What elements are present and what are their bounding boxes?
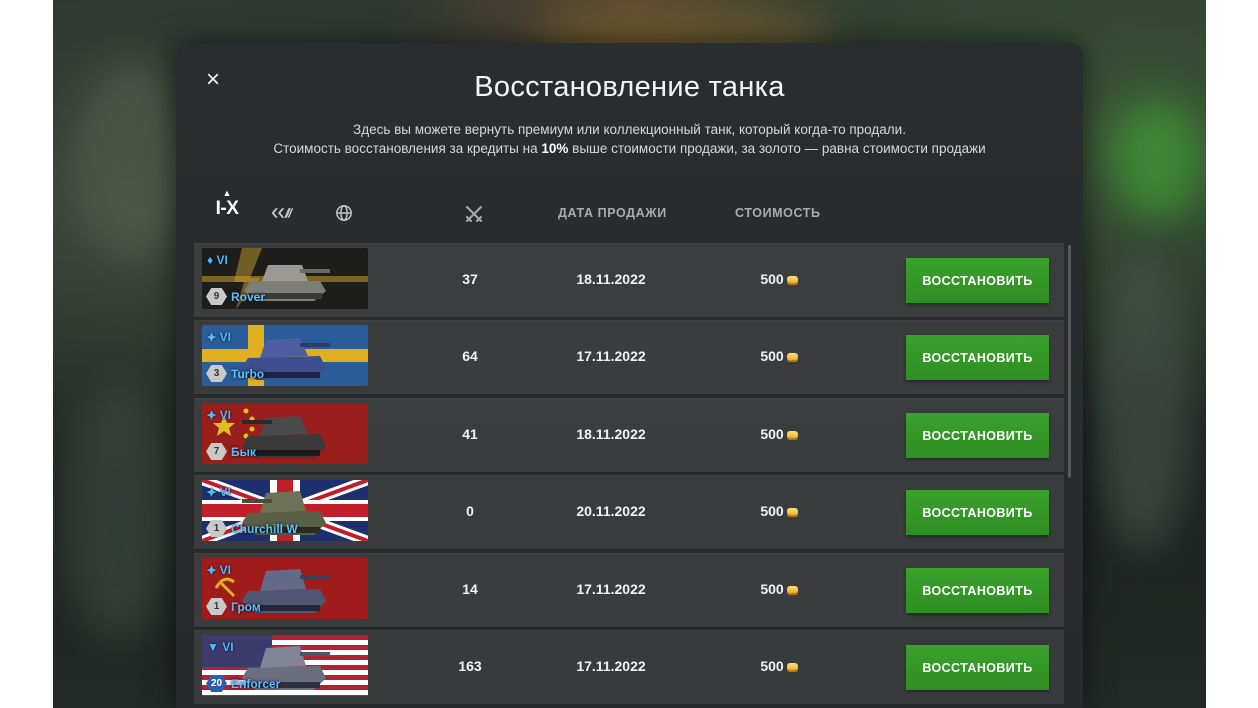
- battles-count: 14: [462, 581, 478, 597]
- gold-coin-icon: [786, 353, 798, 362]
- sale-date: 18.11.2022: [576, 426, 646, 442]
- tank-name: Rover: [231, 290, 266, 304]
- modal-description: Здесь вы можете вернуть премиум или колл…: [176, 120, 1083, 158]
- crossed-swords-icon: [466, 206, 482, 222]
- restore-price: 500: [736, 658, 822, 674]
- table-row: ▼ VI 20 Enforcer 163 17.11.2022 500 ВОСС…: [194, 630, 1064, 705]
- tank-name: Enforcer: [231, 677, 281, 691]
- tank-type-tier: ⯌ VI: [207, 408, 232, 422]
- sale-date: 17.11.2022: [576, 348, 646, 364]
- tank-card: ⯌ VI 7 Бык: [202, 403, 368, 464]
- restore-tank-modal: × Восстановление танка Здесь вы можете в…: [176, 43, 1083, 708]
- table-row: ⯌ VI 3 Turbo 64 17.11.2022 500 ВОССТАНОВ…: [194, 320, 1064, 395]
- gold-coin-icon: [786, 508, 798, 517]
- tank-card: ♦ VI 9 Rover: [202, 248, 368, 309]
- restore-price: 500: [736, 348, 822, 364]
- sale-date: 17.11.2022: [576, 581, 646, 597]
- restore-price: 500: [736, 581, 822, 597]
- restore-button[interactable]: ВОССТАНОВИТЬ: [906, 568, 1049, 613]
- restore-price: 500: [736, 271, 822, 287]
- battles-count: 64: [462, 348, 478, 364]
- table-row: ♦ VI 9 Rover 37 18.11.2022 500 ВОССТАНОВ…: [194, 243, 1064, 318]
- nation-globe-icon[interactable]: [332, 204, 356, 222]
- tank-name: Бык: [231, 445, 256, 459]
- sale-date: 17.11.2022: [576, 658, 646, 674]
- table-row: ⯌ VI 1 Churchill W 0 20.11.2022 500 ВОСС…: [194, 475, 1064, 550]
- restore-price: 500: [736, 503, 822, 519]
- battles-count: 0: [466, 503, 474, 519]
- restore-button[interactable]: ВОССТАНОВИТЬ: [906, 258, 1049, 303]
- tank-type-filter-icon[interactable]: [270, 204, 294, 222]
- tank-card: ⯌ VI 1 Гром: [202, 558, 368, 619]
- modal-title: Восстановление танка: [474, 71, 785, 103]
- battles-count: 41: [462, 426, 478, 442]
- restore-button[interactable]: ВОССТАНОВИТЬ: [906, 490, 1049, 535]
- tank-name: Churchill W: [231, 522, 298, 536]
- sale-date: 18.11.2022: [576, 271, 646, 287]
- gold-coin-icon: [786, 663, 798, 672]
- description-line-1: Здесь вы можете вернуть премиум или колл…: [353, 122, 906, 137]
- column-header-cost[interactable]: СТОИМОСТЬ: [735, 206, 821, 220]
- tank-card: ⯌ VI 1 Churchill W: [202, 480, 368, 541]
- sort-caret-icon: ▲: [222, 188, 232, 198]
- battles-count: 163: [458, 658, 482, 674]
- tank-card: ▼ VI 20 Enforcer: [202, 635, 368, 696]
- tier-sort-filter[interactable]: ▲ I-X: [214, 188, 240, 220]
- battles-count: 37: [462, 271, 478, 287]
- tank-type-tier: ♦ VI: [207, 253, 228, 267]
- tank-type-tier: ⯌ VI: [207, 485, 232, 499]
- description-line-2: Стоимость восстановления за кредиты на 1…: [273, 141, 986, 156]
- tank-type-tier: ▼ VI: [207, 640, 234, 654]
- tier-filter-label: I-X: [215, 198, 239, 219]
- restore-button[interactable]: ВОССТАНОВИТЬ: [906, 645, 1049, 690]
- gold-coin-icon: [786, 431, 798, 440]
- tank-name: Turbo: [231, 367, 265, 381]
- restore-button[interactable]: ВОССТАНОВИТЬ: [906, 413, 1049, 458]
- table-row: ⯌ VI 7 Бык 41 18.11.2022 500 ВОССТАНОВИТ…: [194, 398, 1064, 473]
- gold-coin-icon: [786, 586, 798, 595]
- restore-button[interactable]: ВОССТАНОВИТЬ: [906, 335, 1049, 380]
- tank-type-tier: ⯌ VI: [207, 330, 232, 344]
- list-scrollbar[interactable]: [1068, 245, 1071, 478]
- restore-price: 500: [736, 426, 822, 442]
- tank-card: ⯌ VI 3 Turbo: [202, 325, 368, 386]
- sale-date: 20.11.2022: [576, 503, 646, 519]
- tank-type-tier: ⯌ VI: [207, 563, 232, 577]
- gold-coin-icon: [786, 276, 798, 285]
- column-header-date[interactable]: ДАТА ПРОДАЖИ: [558, 206, 667, 220]
- tank-name: Гром: [231, 600, 261, 614]
- table-row: ⯌ VI 1 Гром 14 17.11.2022 500 ВОССТАНОВИ…: [194, 553, 1064, 628]
